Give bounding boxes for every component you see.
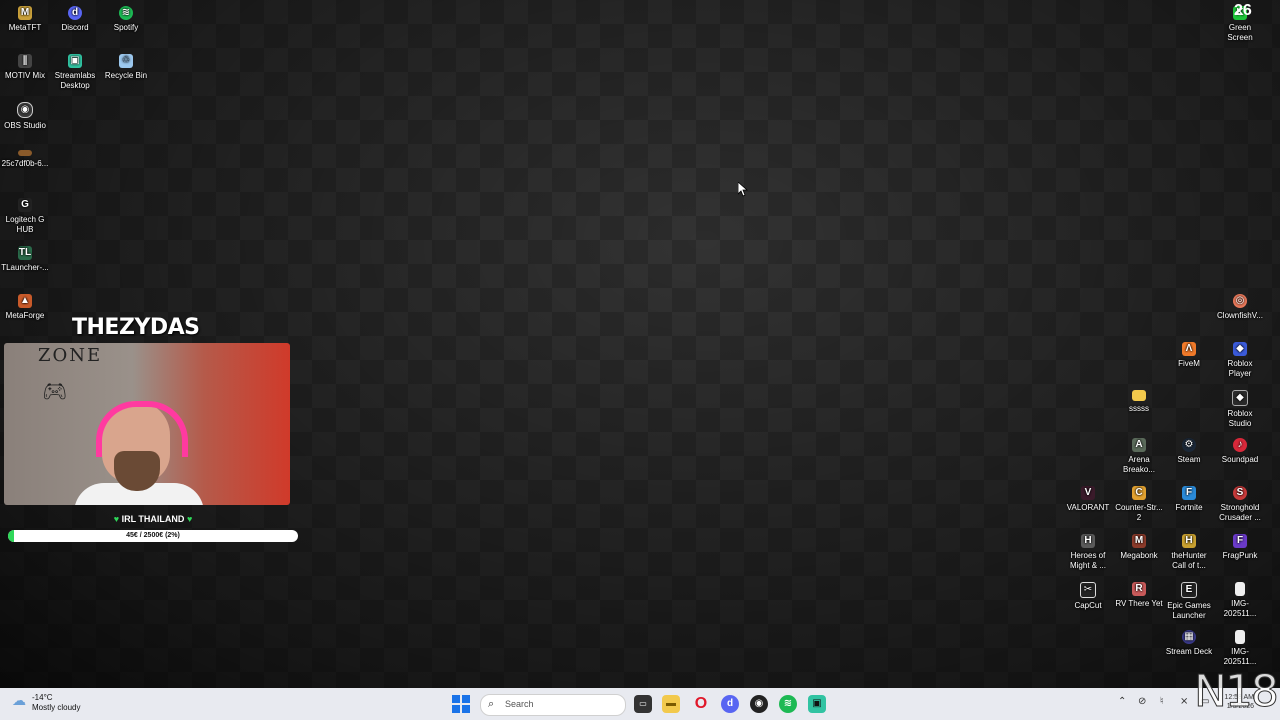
webcam-feed: ZONE 🎮︎ bbox=[4, 343, 290, 505]
thehunter-icon: H bbox=[1182, 534, 1196, 548]
clownfish-icon: ◎ bbox=[1233, 294, 1247, 308]
taskbar-search-box[interactable]: ⌕ Search bbox=[480, 694, 626, 716]
desktop-icon-epic-games[interactable]: E Epic Games Launcher bbox=[1165, 582, 1213, 621]
weather-temp: -14°C bbox=[32, 693, 53, 702]
fortnite-icon: F bbox=[1182, 486, 1196, 500]
desktop-icon-soundpad[interactable]: ♪ Soundpad bbox=[1216, 438, 1264, 465]
desktop-icon-file[interactable]: 25c7df0b-6... bbox=[1, 150, 49, 169]
search-placeholder: Search bbox=[505, 699, 534, 709]
start-button[interactable] bbox=[452, 695, 470, 713]
roblox-player-icon: ◆ bbox=[1233, 342, 1247, 356]
desktop-icon-stream-deck[interactable]: ▦ Stream Deck bbox=[1165, 630, 1213, 657]
metatft-icon: M bbox=[18, 6, 32, 20]
desktop-icon-logitech-g-hub[interactable]: G Logitech G HUB bbox=[1, 198, 49, 235]
spotify-icon[interactable]: ≋ bbox=[779, 695, 797, 713]
viewer-badge: 26 bbox=[1234, 2, 1252, 19]
file-icon bbox=[18, 150, 32, 156]
streamer-name: THEZYDAS bbox=[72, 315, 200, 340]
discord-icon[interactable]: d bbox=[721, 695, 739, 713]
image-file-icon bbox=[1235, 630, 1245, 644]
cloudy-weather-icon: ☁ bbox=[12, 692, 26, 708]
logitech-icon: G bbox=[18, 198, 32, 212]
donation-goal-bar: 45€ / 2500€ (2%) bbox=[8, 530, 298, 542]
desktop-icon-rv-there-yet[interactable]: R RV There Yet bbox=[1115, 582, 1163, 609]
streamlabs-icon: ▣ bbox=[68, 54, 82, 68]
desktop-icon-capcut[interactable]: ✂ CapCut bbox=[1064, 582, 1112, 611]
recycle-bin-icon: ♲ bbox=[119, 54, 133, 68]
spotify-icon: ≋ bbox=[119, 6, 133, 20]
donation-goal-text: 45€ / 2500€ (2%) bbox=[126, 532, 180, 539]
heart-icon: ♥ bbox=[113, 514, 120, 524]
chevron-up-icon[interactable]: ⌃ bbox=[1118, 696, 1126, 707]
desktop-icon-cs2[interactable]: C Counter-Str... 2 bbox=[1115, 486, 1163, 523]
desktop-icon-fragpunk[interactable]: F FragPunk bbox=[1216, 534, 1264, 561]
network-off-icon[interactable]: ⊘ bbox=[1138, 696, 1146, 707]
desktop-icon-obs[interactable]: ◉ OBS Studio bbox=[1, 102, 49, 131]
tlauncher-icon: TL bbox=[18, 246, 32, 260]
desktop-icon-spotify[interactable]: ≋ Spotify bbox=[102, 6, 150, 33]
desktop-icon-arena-breakout[interactable]: A Arena Breako... bbox=[1115, 438, 1163, 475]
cs2-icon: C bbox=[1132, 486, 1146, 500]
desktop-icon-megabonk[interactable]: M Megabonk bbox=[1115, 534, 1163, 561]
weather-desc: Mostly cloudy bbox=[32, 703, 81, 712]
motiv-mix-icon: ∥ bbox=[18, 54, 32, 68]
desktop-icon-recycle-bin[interactable]: ♲ Recycle Bin bbox=[102, 54, 150, 81]
desktop-icon-stronghold[interactable]: S Stronghold Crusader ... bbox=[1216, 486, 1264, 523]
stronghold-icon: S bbox=[1233, 486, 1247, 500]
discord-icon: d bbox=[68, 6, 82, 20]
steam-icon: ⚙ bbox=[1182, 438, 1196, 452]
mouse-cursor-icon bbox=[738, 182, 748, 197]
desktop-icon-metatft[interactable]: M MetaTFT bbox=[1, 6, 49, 33]
epic-games-icon: E bbox=[1181, 582, 1197, 598]
desktop-icon-steam[interactable]: ⚙ Steam bbox=[1165, 438, 1213, 465]
file-explorer-icon[interactable]: ▬ bbox=[662, 695, 680, 713]
image-file-icon bbox=[1235, 582, 1245, 596]
search-icon: ⌕ bbox=[488, 698, 495, 710]
desktop-icon-image-file-1[interactable]: IMG-202511... bbox=[1216, 582, 1264, 619]
soundpad-icon: ♪ bbox=[1233, 438, 1247, 452]
headset-icon bbox=[96, 401, 188, 457]
task-view-icon[interactable]: ▭ bbox=[634, 695, 652, 713]
gamepad-icon: 🎮︎ bbox=[42, 381, 68, 403]
roblox-studio-icon: ◆ bbox=[1232, 390, 1248, 406]
heroes-icon: H bbox=[1081, 534, 1095, 548]
fragpunk-icon: F bbox=[1233, 534, 1247, 548]
metaforge-icon: ▲ bbox=[18, 294, 32, 308]
desktop-icon-metaforge[interactable]: ▲ MetaForge bbox=[1, 294, 49, 321]
folder-icon bbox=[1132, 390, 1146, 401]
desktop-icon-fivem[interactable]: Λ FiveM bbox=[1165, 342, 1213, 369]
desktop-icon-image-file-2[interactable]: IMG-202511... bbox=[1216, 630, 1264, 667]
obs-icon[interactable]: ◉ bbox=[750, 695, 768, 713]
taskbar: ☁ -14°C Mostly cloudy ⌕ Search ▭ ▬ O d ◉… bbox=[0, 688, 1280, 720]
heart-icon: ♥ bbox=[186, 514, 193, 524]
capcut-icon: ✂ bbox=[1080, 582, 1096, 598]
desktop-icon-fortnite[interactable]: F Fortnite bbox=[1165, 486, 1213, 513]
desktop-icon-roblox-studio[interactable]: ◆ Roblox Studio bbox=[1216, 390, 1264, 429]
streamlabs-icon[interactable]: ▣ bbox=[808, 695, 826, 713]
desktop-icon-heroes[interactable]: H Heroes of Might & ... bbox=[1064, 534, 1112, 571]
stream-deck-icon: ▦ bbox=[1182, 630, 1196, 644]
desktop-icon-discord[interactable]: d Discord bbox=[51, 6, 99, 33]
obs-icon: ◉ bbox=[17, 102, 33, 118]
desktop-icon-roblox-player[interactable]: ◆ Roblox Player bbox=[1216, 342, 1264, 379]
desktop-icon-motiv-mix[interactable]: ∥ MOTIV Mix bbox=[1, 54, 49, 81]
desktop-icon-valorant[interactable]: V VALORANT bbox=[1064, 486, 1112, 513]
desktop-icon-thehunter[interactable]: H theHunter Call of t... bbox=[1165, 534, 1213, 571]
mute-icon[interactable]: ⨯ bbox=[1180, 696, 1188, 707]
arena-breakout-icon: A bbox=[1132, 438, 1146, 452]
desktop-icon-tlauncher[interactable]: TL TLauncher-... bbox=[1, 246, 49, 273]
opera-icon[interactable]: O bbox=[692, 695, 710, 713]
desktop-icon-clownfish[interactable]: ◎ ClownfishV... bbox=[1216, 294, 1264, 321]
webcam-sign-text: ZONE bbox=[38, 345, 103, 366]
desktop-icon-streamlabs[interactable]: ▣ Streamlabs Desktop bbox=[51, 54, 99, 91]
fivem-icon: Λ bbox=[1182, 342, 1196, 356]
microphone-icon[interactable]: ♮ bbox=[1160, 696, 1164, 707]
megabonk-icon: M bbox=[1132, 534, 1146, 548]
desktop-icon-folder[interactable]: sssss bbox=[1115, 390, 1163, 414]
rv-there-yet-icon: R bbox=[1132, 582, 1146, 596]
valorant-icon: V bbox=[1081, 486, 1095, 500]
donation-goal-title: ♥ IRL THAILAND ♥ bbox=[113, 514, 193, 524]
age-rating-mark: N18 bbox=[1194, 666, 1280, 718]
